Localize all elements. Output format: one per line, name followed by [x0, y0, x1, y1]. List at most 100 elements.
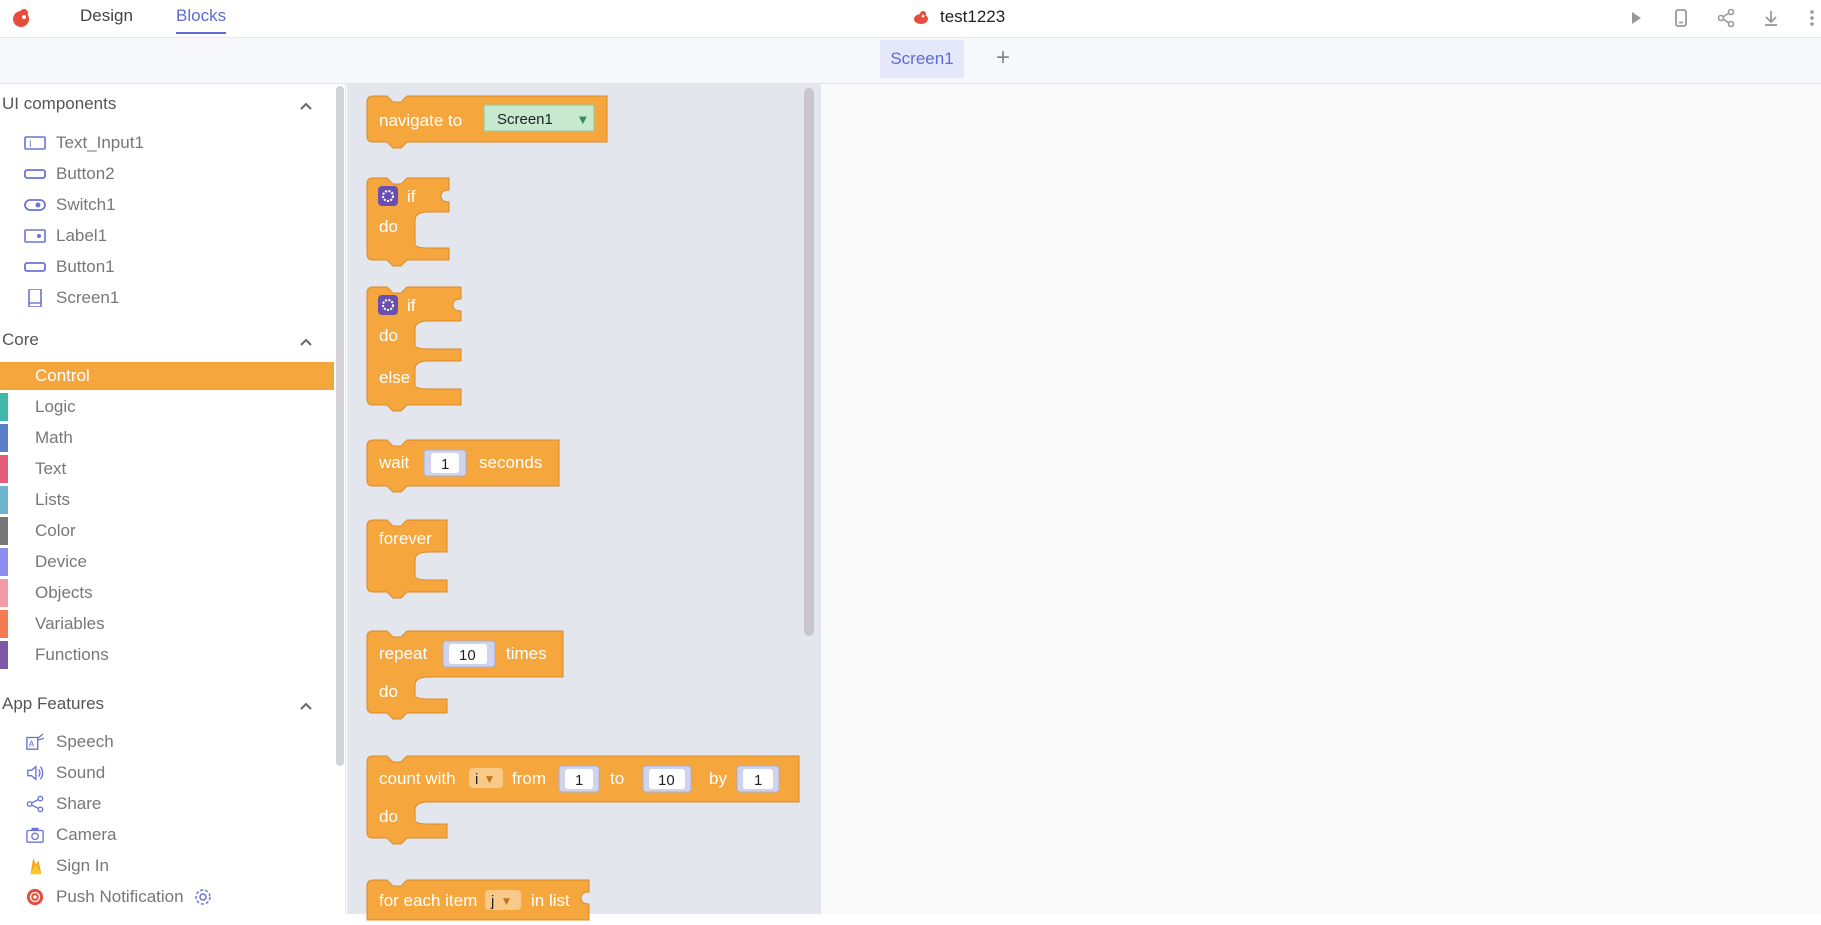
screen-tab-bar: Screen1 + — [0, 38, 1821, 84]
section-core[interactable]: Core — [2, 330, 39, 350]
category-functions[interactable]: Functions — [0, 641, 334, 669]
speech-icon: A — [26, 733, 45, 750]
component-screen1[interactable]: Screen1 — [24, 288, 119, 308]
tab-design[interactable]: Design — [80, 6, 133, 32]
tab-screen1[interactable]: Screen1 — [880, 40, 964, 78]
svg-text:to: to — [610, 769, 624, 788]
svg-text:do: do — [379, 326, 398, 345]
component-switch1[interactable]: Switch1 — [24, 195, 116, 215]
gear-icon[interactable] — [378, 186, 398, 206]
text-input-icon: I — [24, 136, 46, 150]
block-for-each-item[interactable]: for each item j ▼ in list — [366, 879, 597, 925]
svg-text:by: by — [709, 769, 727, 788]
component-button2[interactable]: Button2 — [24, 164, 115, 184]
sound-icon — [27, 765, 44, 781]
component-text-input1[interactable]: I Text_Input1 — [24, 133, 144, 153]
chevron-up-icon[interactable] — [298, 98, 314, 114]
category-device[interactable]: Device — [0, 548, 334, 576]
category-logic[interactable]: Logic — [0, 393, 334, 421]
blocks-palette-sidebar: UI components I Text_Input1 Button2 Swit… — [0, 84, 346, 914]
component-button1[interactable]: Button1 — [24, 257, 115, 277]
feature-sound[interactable]: Sound — [24, 763, 105, 783]
dropdown-arrow-icon: ▼ — [579, 115, 587, 126]
play-icon[interactable] — [1626, 8, 1646, 28]
push-notification-icon — [26, 888, 44, 906]
firebase-icon — [30, 857, 42, 875]
share-icon[interactable] — [1716, 8, 1736, 28]
svg-text:i: i — [475, 771, 478, 788]
svg-text:repeat: repeat — [379, 644, 427, 663]
blocks-workspace[interactable] — [821, 84, 1821, 914]
feature-camera[interactable]: Camera — [24, 825, 116, 845]
project-logo-icon — [914, 11, 928, 24]
category-variables[interactable]: Variables — [0, 610, 334, 638]
svg-text:from: from — [512, 769, 546, 788]
svg-text:I: I — [29, 140, 32, 150]
project-title: test1223 — [912, 7, 1005, 27]
block-if-do-else[interactable]: if do else — [366, 286, 477, 417]
dropdown-arrow-icon: ▼ — [486, 775, 493, 785]
block-repeat-times[interactable]: repeat 10 times do — [366, 630, 567, 731]
svg-text:1: 1 — [441, 456, 449, 473]
switch-icon — [24, 199, 46, 211]
svg-text:seconds: seconds — [479, 453, 542, 472]
gear-icon[interactable] — [378, 295, 398, 315]
component-label1[interactable]: Label1 — [24, 226, 107, 246]
chevron-up-icon[interactable] — [298, 334, 314, 350]
category-objects[interactable]: Objects — [0, 579, 334, 607]
download-icon[interactable] — [1761, 8, 1781, 28]
button-icon — [24, 262, 46, 272]
category-math[interactable]: Math — [0, 424, 334, 452]
svg-text:j: j — [490, 893, 494, 910]
phone-preview-icon[interactable] — [1671, 8, 1691, 28]
block-if-do[interactable]: if do — [366, 177, 467, 273]
gear-icon[interactable] — [194, 888, 212, 906]
svg-text:if: if — [407, 187, 416, 206]
svg-text:do: do — [379, 682, 398, 701]
more-icon[interactable] — [1806, 8, 1818, 28]
dropdown-arrow-icon: ▼ — [503, 897, 510, 907]
svg-text:do: do — [379, 217, 398, 236]
svg-text:1: 1 — [754, 772, 762, 789]
screen-icon — [28, 289, 42, 307]
svg-text:times: times — [506, 644, 547, 663]
flyout-scrollbar[interactable] — [804, 88, 814, 636]
svg-text:forever: forever — [379, 529, 432, 548]
blocks-flyout: navigate to Screen1 ▼ if do if do else w… — [347, 84, 821, 921]
feature-sign-in[interactable]: Sign In — [24, 856, 109, 876]
svg-text:count with: count with — [379, 769, 456, 788]
section-ui-components[interactable]: UI components — [2, 94, 116, 114]
label-icon — [24, 229, 46, 243]
chevron-up-icon[interactable] — [298, 698, 314, 714]
category-control[interactable]: Control — [0, 362, 334, 390]
sidebar-scrollbar[interactable] — [336, 86, 344, 766]
svg-text:else: else — [379, 368, 410, 387]
button-icon — [24, 169, 46, 179]
block-count-with[interactable]: count with i ▼ from 1 to 10 by 1 do — [366, 755, 807, 856]
svg-text:1: 1 — [575, 772, 583, 789]
block-forever[interactable]: forever — [366, 519, 457, 605]
tab-blocks[interactable]: Blocks — [176, 6, 227, 34]
svg-text:if: if — [407, 296, 416, 315]
feature-speech[interactable]: A Speech — [24, 732, 114, 752]
svg-text:A: A — [29, 739, 35, 749]
block-wait-seconds[interactable]: wait 1 seconds — [366, 439, 567, 495]
app-logo-icon — [13, 9, 29, 27]
block-navigate-to[interactable]: navigate to Screen1 ▼ — [366, 95, 608, 151]
block-label: navigate to — [379, 111, 462, 130]
svg-text:do: do — [379, 807, 398, 826]
svg-text:10: 10 — [658, 772, 675, 789]
svg-text:Screen1: Screen1 — [497, 111, 553, 128]
category-lists[interactable]: Lists — [0, 486, 334, 514]
project-name: test1223 — [940, 7, 1006, 26]
share-icon — [26, 795, 44, 813]
feature-push-notification[interactable]: Push Notification — [24, 887, 212, 907]
category-color[interactable]: Color — [0, 517, 334, 545]
add-screen-button[interactable]: + — [996, 44, 1010, 72]
camera-icon — [26, 827, 44, 843]
section-app-features[interactable]: App Features — [2, 694, 104, 714]
category-text[interactable]: Text — [0, 455, 334, 483]
svg-text:wait: wait — [378, 453, 410, 472]
svg-text:for each item: for each item — [379, 891, 477, 910]
feature-share[interactable]: Share — [24, 794, 101, 814]
